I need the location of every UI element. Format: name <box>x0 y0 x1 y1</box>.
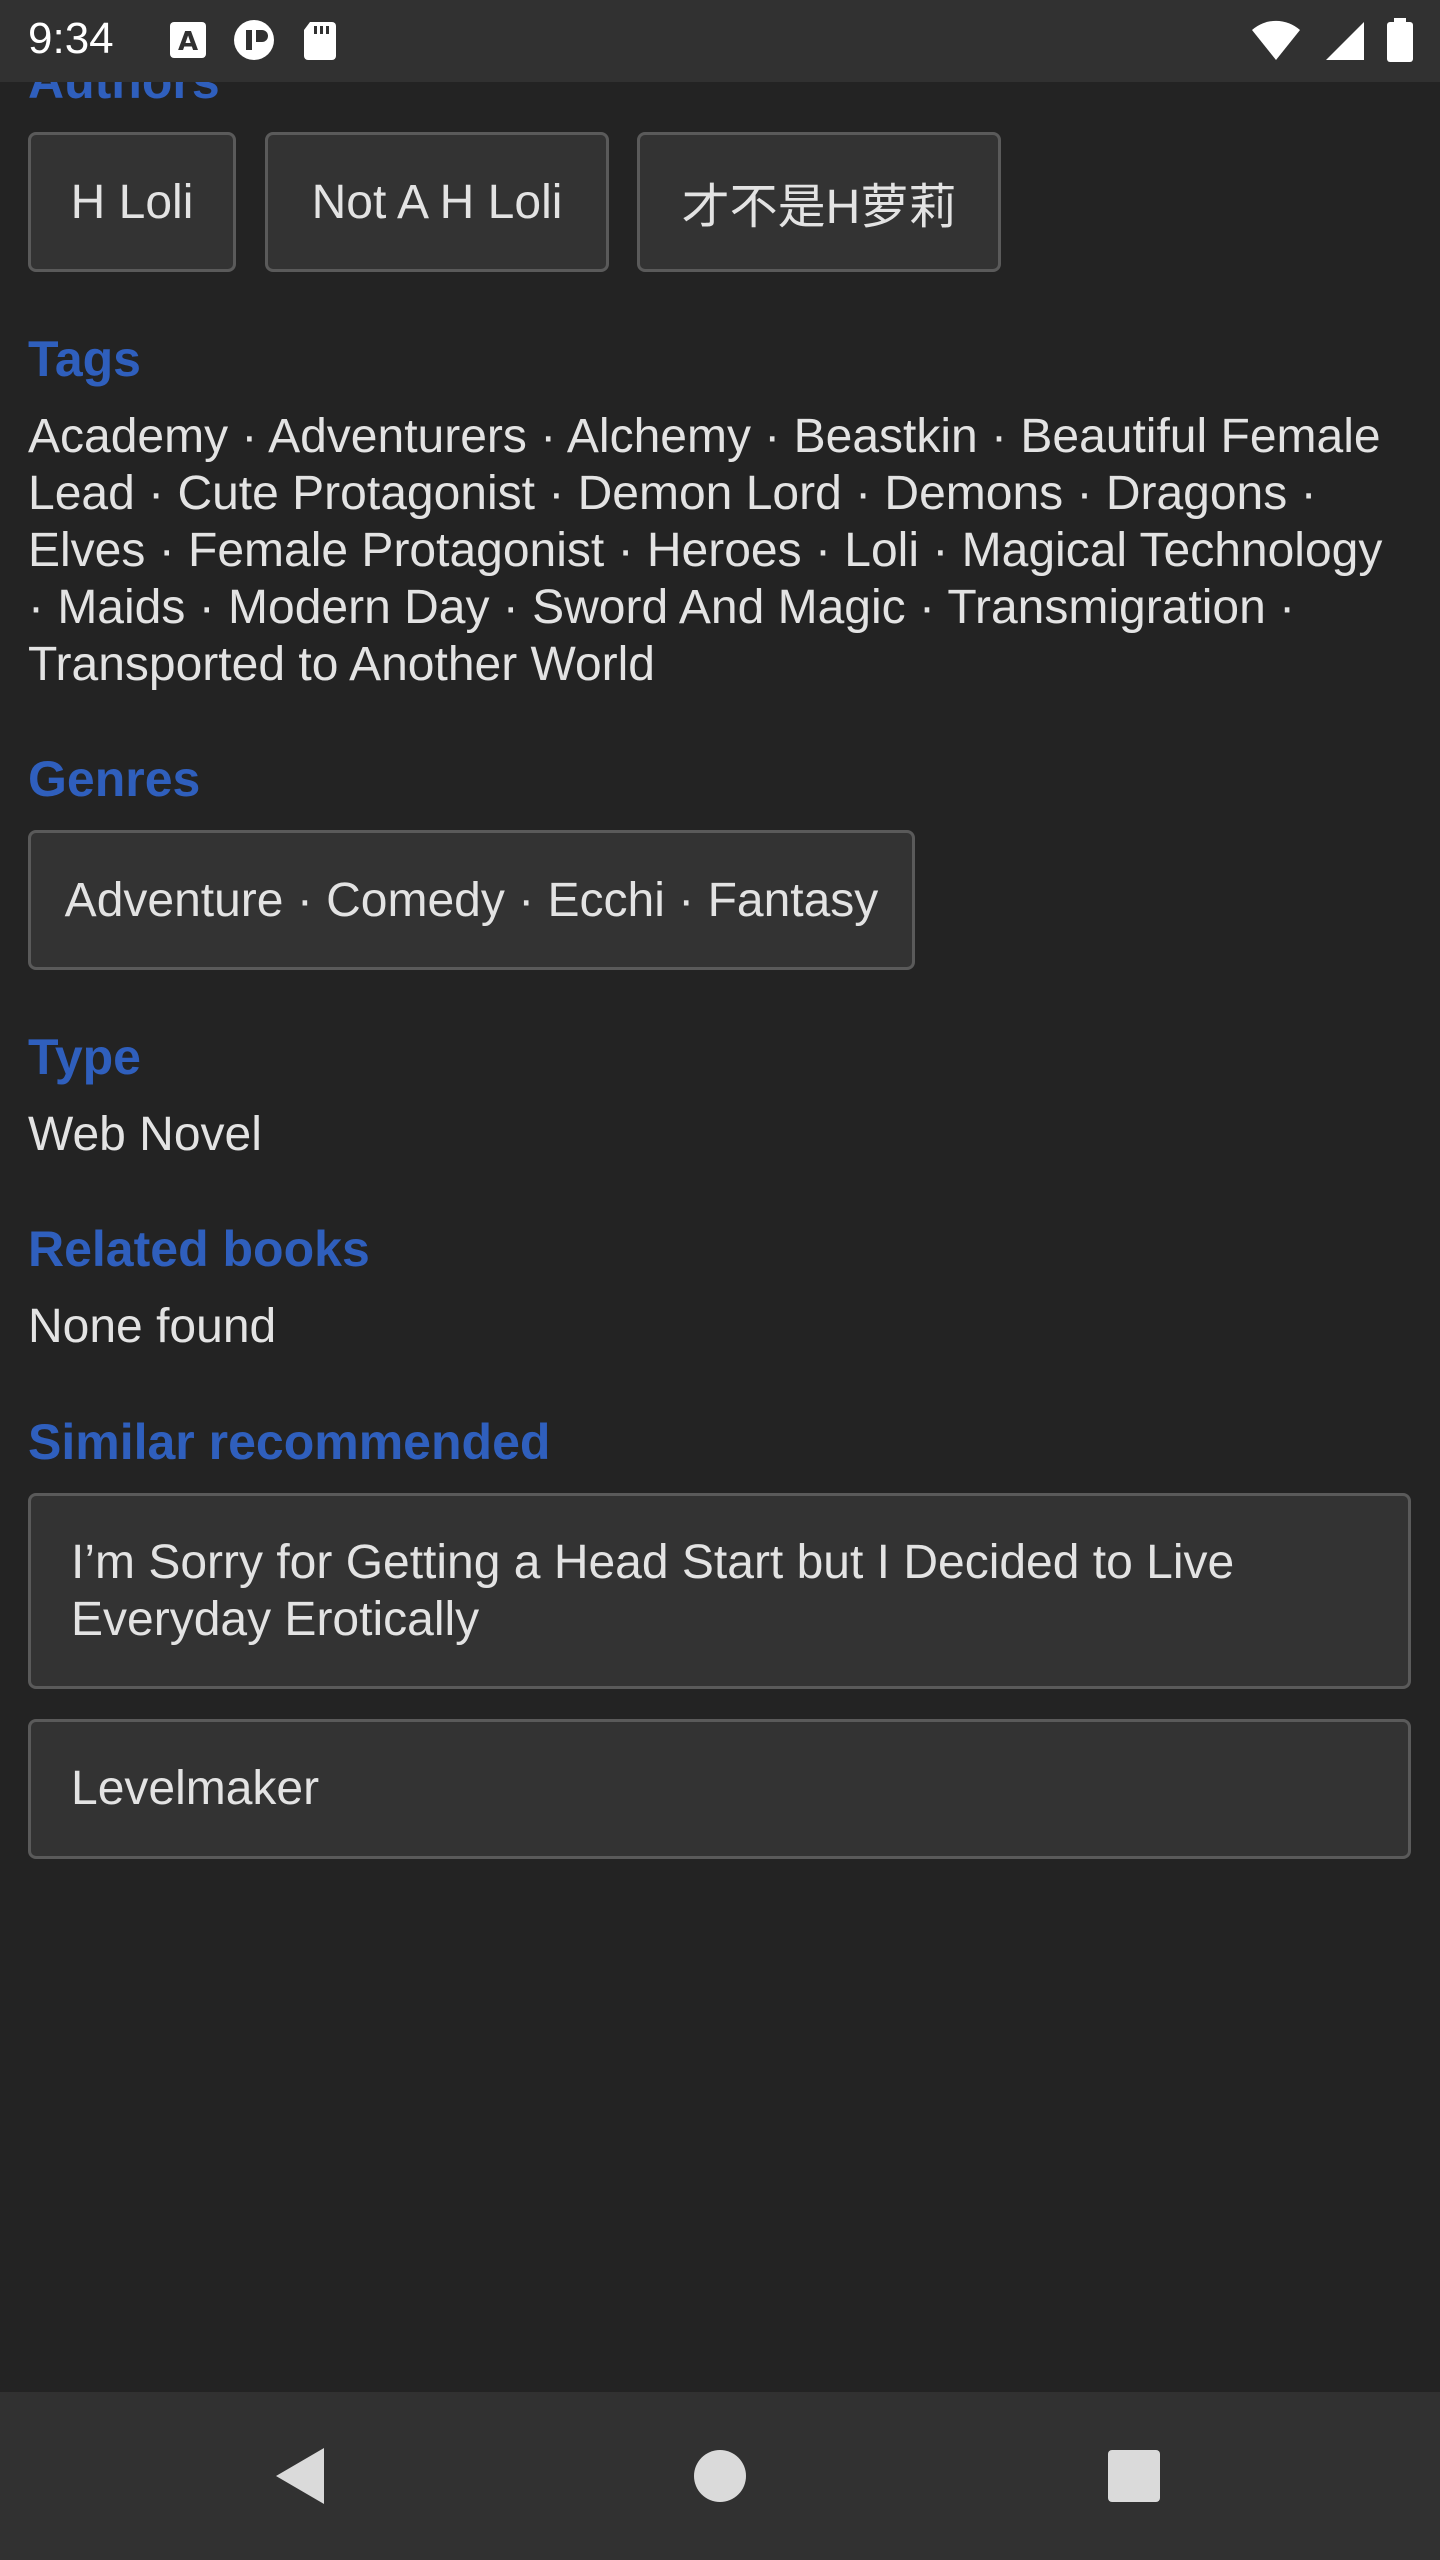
author-chip-h-loli[interactable]: H Loli <box>28 132 236 272</box>
tags-line: Elves · Female Protagonist · Heroes · Lo… <box>28 524 1383 577</box>
tags-line: Academy · Adventurers · Alchemy · Beastk… <box>28 410 1381 463</box>
genres-chip[interactable]: Adventure · Comedy · Ecchi · Fantasy <box>28 830 915 970</box>
similar-book-title-line: Everyday Erotically <box>71 1593 480 1646</box>
recents-icon[interactable] <box>1104 2446 1164 2506</box>
author-chip-not-a-h-loli[interactable]: Not A H Loli <box>265 132 609 272</box>
authors-heading: Authors <box>28 82 220 110</box>
related-books-value: None found <box>28 1300 277 1353</box>
a-font-icon: A <box>170 22 206 58</box>
genres-heading: Genres <box>28 751 201 807</box>
status-notification-icons: A <box>166 18 342 62</box>
status-system-icons <box>1250 18 1414 62</box>
type-heading: Type <box>28 1029 141 1085</box>
similar-book-card[interactable]: Levelmaker <box>28 1719 1411 1859</box>
tags-list[interactable]: Academy · Adventurers · Alchemy · Beastk… <box>28 408 1382 693</box>
back-icon[interactable] <box>270 2446 330 2506</box>
status-bar: 9:34 A <box>0 0 1440 82</box>
similar-book-title-line: Levelmaker <box>71 1762 320 1815</box>
related-books-heading: Related books <box>28 1221 370 1277</box>
author-chip-chinese-name[interactable]: 才不是H萝莉 <box>637 132 1001 272</box>
similar-recommended-heading: Similar recommended <box>28 1414 551 1470</box>
similar-book-title-line: I’m Sorry for Getting a Head Start but I… <box>71 1536 1235 1589</box>
similar-book-card[interactable]: I’m Sorry for Getting a Head Start but I… <box>28 1493 1411 1689</box>
type-value: Web Novel <box>28 1108 262 1161</box>
tags-line: Lead · Cute Protagonist · Demon Lord · D… <box>28 467 1317 520</box>
tags-line: · Maids · Modern Day · Sword And Magic ·… <box>28 581 1296 634</box>
wifi-icon <box>1252 20 1300 60</box>
status-time: 9:34 <box>28 14 114 63</box>
tags-heading: Tags <box>28 331 141 387</box>
tags-line: Transported to Another World <box>28 638 655 691</box>
book-details-content[interactable]: Authors H Loli Not A H Loli 才不是H萝莉 Tags … <box>0 82 1440 2392</box>
navigation-bar <box>0 2392 1440 2560</box>
sd-card-icon <box>304 22 336 60</box>
svg-text:A: A <box>178 27 198 57</box>
privacy-icon <box>234 20 274 60</box>
battery-icon <box>1387 18 1413 62</box>
home-icon[interactable] <box>690 2446 750 2506</box>
cell-signal-icon <box>1326 22 1364 60</box>
